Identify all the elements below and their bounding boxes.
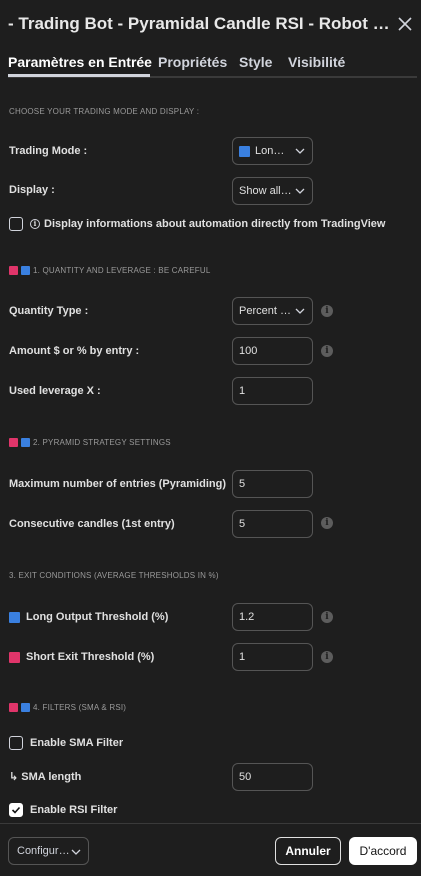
- section-heading-text: 2. PYRAMID STRATEGY SETTINGS: [33, 438, 171, 447]
- title-bar: - Trading Bot - Pyramidal Candle RSI - R…: [0, 0, 421, 48]
- display-info-text: Display informations about automation di…: [44, 218, 386, 230]
- blue-marker-icon: [9, 611, 20, 623]
- pink-marker-icon: [9, 266, 18, 275]
- consecutive-candles-label: Consecutive candles (1st entry): [9, 518, 175, 530]
- active-tab-indicator: [8, 74, 150, 77]
- settings-dialog: - Trading Bot - Pyramidal Candle RSI - R…: [0, 0, 421, 876]
- display-label: Display :: [9, 184, 55, 196]
- max-entries-input[interactable]: 5: [232, 470, 313, 498]
- tab-style[interactable]: Style: [239, 54, 272, 70]
- section-heading-quantity: 1. QUANTITY AND LEVERAGE : BE CAREFUL: [9, 266, 211, 275]
- blue-marker-icon: [21, 438, 30, 447]
- quantity-type-select[interactable]: Percent …: [232, 297, 313, 325]
- consecutive-candles-input[interactable]: 5: [232, 510, 313, 538]
- chevron-down-icon: [295, 188, 305, 194]
- section-heading-text: 3. EXIT CONDITIONS (AVERAGE THRESHOLDS I…: [9, 571, 219, 580]
- pink-marker-icon: [9, 703, 18, 712]
- short-exit-text: Short Exit Threshold (%): [26, 651, 155, 663]
- trading-mode-select[interactable]: Lon…: [232, 137, 313, 165]
- display-info-label: i Display informations about automation …: [30, 218, 385, 230]
- dialog-footer: Configur… Annuler D'accord: [0, 823, 421, 876]
- sma-length-label: ↳ SMA length: [9, 771, 82, 783]
- rsi-filter-checkbox[interactable]: [9, 803, 23, 817]
- amount-label: Amount $ or % by entry :: [9, 345, 140, 357]
- section-heading-text: 1. QUANTITY AND LEVERAGE : BE CAREFUL: [33, 266, 211, 275]
- info-circle-icon: i: [30, 219, 40, 229]
- checkmark-icon: [11, 806, 21, 814]
- blue-marker-icon: [21, 703, 30, 712]
- info-icon[interactable]: i: [321, 305, 333, 317]
- short-exit-label: Short Exit Threshold (%): [9, 651, 154, 663]
- long-output-text: Long Output Threshold (%): [26, 611, 169, 623]
- amount-input[interactable]: 100: [232, 337, 313, 365]
- info-icon[interactable]: i: [321, 611, 333, 623]
- quantity-type-value: Percent …: [239, 305, 291, 317]
- short-exit-input[interactable]: 1: [232, 643, 313, 671]
- chevron-down-icon: [295, 148, 305, 154]
- info-icon[interactable]: i: [321, 345, 333, 357]
- blue-marker-icon: [239, 145, 250, 157]
- close-icon[interactable]: [396, 15, 414, 33]
- rsi-filter-label: Enable RSI Filter: [30, 804, 118, 816]
- leverage-input[interactable]: 1: [232, 377, 313, 405]
- trading-mode-label: Trading Mode :: [9, 145, 88, 157]
- section-heading-text: CHOOSE YOUR TRADING MODE AND DISPLAY :: [9, 107, 200, 116]
- info-icon[interactable]: i: [321, 517, 333, 529]
- ok-button[interactable]: D'accord: [349, 837, 417, 865]
- blue-marker-icon: [21, 266, 30, 275]
- display-value: Show all…: [239, 185, 292, 197]
- trading-mode-value: Lon…: [255, 145, 285, 157]
- dialog-title: - Trading Bot - Pyramidal Candle RSI - R…: [8, 14, 393, 33]
- tab-inputs[interactable]: Paramètres en Entrée: [8, 54, 152, 70]
- display-info-checkbox[interactable]: [9, 217, 23, 231]
- section-heading-mode: CHOOSE YOUR TRADING MODE AND DISPLAY :: [9, 107, 199, 116]
- chevron-down-icon: [71, 849, 81, 855]
- sma-filter-label: Enable SMA Filter: [30, 737, 124, 749]
- info-icon[interactable]: i: [321, 651, 333, 663]
- section-heading-pyramid: 2. PYRAMID STRATEGY SETTINGS: [9, 438, 171, 447]
- tab-bar: Paramètres en Entrée Propriétés Style Vi…: [8, 54, 417, 78]
- long-output-label: Long Output Threshold (%): [9, 611, 168, 623]
- chevron-down-icon: [295, 308, 305, 314]
- sma-length-input[interactable]: 50: [232, 763, 313, 791]
- display-select[interactable]: Show all…: [232, 177, 313, 205]
- sma-filter-checkbox[interactable]: [9, 736, 23, 750]
- settings-content[interactable]: CHOOSE YOUR TRADING MODE AND DISPLAY : T…: [0, 96, 421, 821]
- cancel-button[interactable]: Annuler: [275, 837, 341, 865]
- long-output-input[interactable]: 1.2: [232, 603, 313, 631]
- max-entries-label: Maximum number of entries (Pyramiding): [9, 478, 226, 490]
- config-dropdown-button[interactable]: Configur…: [8, 837, 89, 865]
- section-heading-exit: 3. EXIT CONDITIONS (AVERAGE THRESHOLDS I…: [9, 571, 219, 580]
- section-heading-text: 4. FILTERS (SMA & RSI): [33, 703, 127, 712]
- tab-properties[interactable]: Propriétés: [158, 54, 227, 70]
- pink-marker-icon: [9, 651, 20, 663]
- quantity-type-label: Quantity Type :: [9, 305, 89, 317]
- tab-visibility[interactable]: Visibilité: [288, 54, 345, 70]
- config-label: Configur…: [17, 845, 70, 857]
- pink-marker-icon: [9, 438, 18, 447]
- leverage-label: Used leverage X :: [9, 385, 101, 397]
- section-heading-filters: 4. FILTERS (SMA & RSI): [9, 703, 126, 712]
